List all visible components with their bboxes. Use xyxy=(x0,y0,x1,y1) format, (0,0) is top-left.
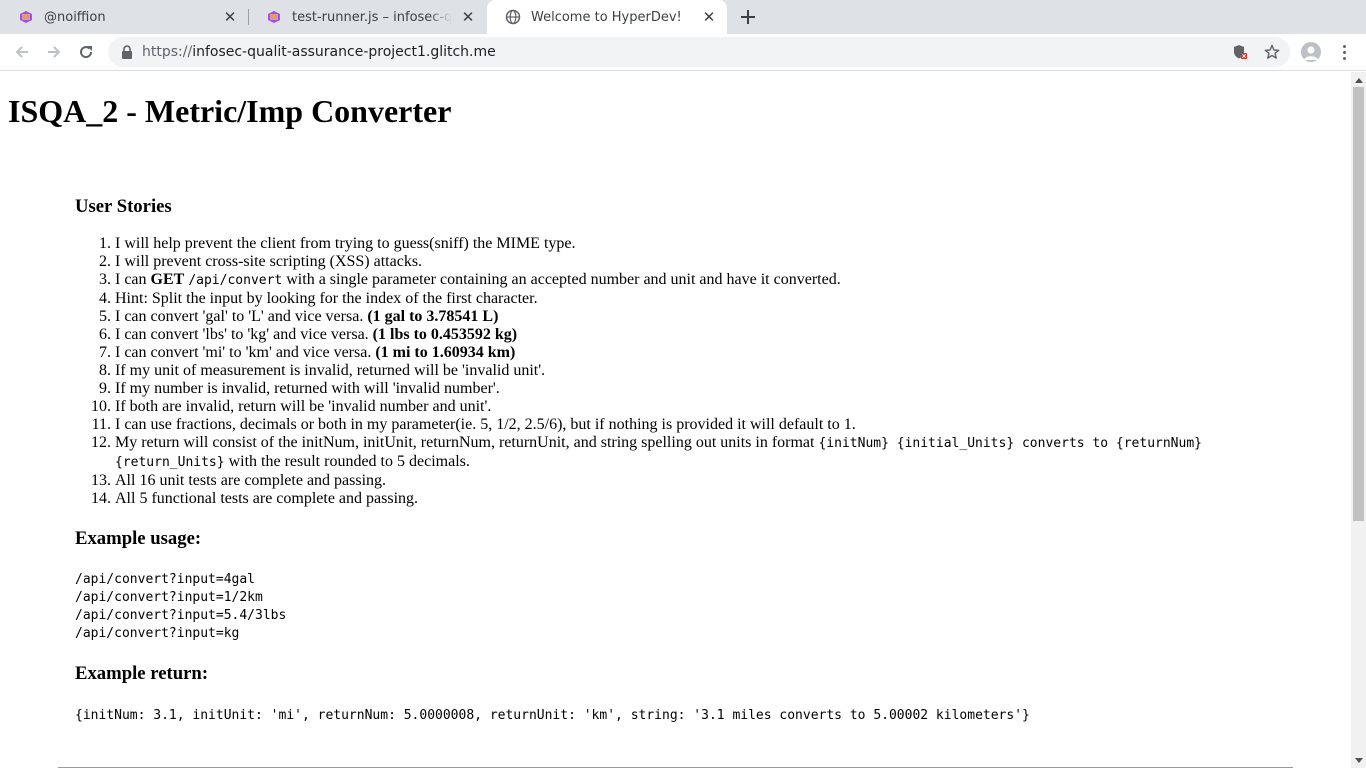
tab-welcome[interactable]: Welcome to HyperDev! ✕ xyxy=(487,0,727,34)
user-story-item: I can convert 'mi' to 'km' and vice vers… xyxy=(115,344,1313,362)
story-text: Hint: Split the input by looking for the… xyxy=(115,290,538,307)
arrow-right-icon xyxy=(48,46,61,58)
user-story-item: My return will consist of the initNum, i… xyxy=(115,434,1313,472)
globe-icon xyxy=(505,9,521,25)
usage-line: /api/convert?input=1/2km xyxy=(75,590,263,605)
story-text: I can xyxy=(115,271,151,288)
usage-line: /api/convert?input=kg xyxy=(75,626,240,641)
shield-blocked-icon[interactable] xyxy=(1232,44,1248,60)
user-stories-list: I will help prevent the client from tryi… xyxy=(75,235,1313,508)
address-bar[interactable]: https://infosec-qualit-assurance-project… xyxy=(108,37,1290,67)
glitch-icon xyxy=(18,9,34,25)
example-usage-heading: Example usage: xyxy=(75,528,202,549)
user-story-item: All 5 functional tests are complete and … xyxy=(115,490,1313,508)
user-story-item: I can use fractions, decimals or both in… xyxy=(115,416,1313,434)
user-story-item: If my number is invalid, returned with w… xyxy=(115,380,1313,398)
glitch-icon xyxy=(266,9,282,25)
user-story-item: Hint: Split the input by looking for the… xyxy=(115,290,1313,308)
close-icon[interactable]: ✕ xyxy=(460,8,476,26)
story-text: If both are invalid, return will be 'inv… xyxy=(115,398,492,415)
story-text: My return will consist of the initNum, i… xyxy=(115,434,819,451)
user-story-item: I can convert 'lbs' to 'kg' and vice ver… xyxy=(115,326,1313,344)
usage-line: /api/convert?input=5.4/3lbs xyxy=(75,608,287,623)
reload-button[interactable] xyxy=(74,40,98,64)
example-usage-code: /api/convert?input=4gal /api/convert?inp… xyxy=(75,571,1313,643)
page-viewport: ISQA_2 - Metric/Imp Converter User Stori… xyxy=(0,72,1351,768)
back-button[interactable] xyxy=(10,40,34,64)
url-host: infosec-qualit-assurance-project1.glitch… xyxy=(192,44,496,60)
bold-text: (1 gal to 3.78541 L) xyxy=(367,308,499,325)
tab-title: test-runner.js – infosec-quality xyxy=(292,9,452,25)
story-text: I can convert 'lbs' to 'kg' and vice ver… xyxy=(115,326,373,343)
profile-avatar-icon[interactable] xyxy=(1301,42,1321,62)
story-text: If my number is invalid, returned with w… xyxy=(115,380,500,397)
tab-title: Welcome to HyperDev! xyxy=(531,9,682,25)
close-icon[interactable]: ✕ xyxy=(701,8,717,26)
bold-text: GET xyxy=(150,271,185,288)
user-stories-section: User Stories I will help prevent the cli… xyxy=(75,196,1313,725)
close-icon[interactable]: ✕ xyxy=(222,8,238,26)
lock-icon[interactable] xyxy=(120,45,134,59)
example-return-heading: Example return: xyxy=(75,663,209,684)
story-text: I will prevent cross-site scripting (XSS… xyxy=(115,253,423,270)
story-text: I will help prevent the client from tryi… xyxy=(115,235,576,252)
url-text[interactable]: https://infosec-qualit-assurance-project… xyxy=(142,44,496,60)
story-text: If my unit of measurement is invalid, re… xyxy=(115,362,546,379)
inline-code: /api/convert xyxy=(188,273,283,288)
story-text: All 16 unit tests are complete and passi… xyxy=(115,472,387,489)
story-text: I can convert 'gal' to 'L' and vice vers… xyxy=(115,308,368,325)
tab-test-runner[interactable]: test-runner.js – infosec-quality ✕ xyxy=(248,0,486,34)
example-return-code: {initNum: 3.1, initUnit: 'mi', returnNum… xyxy=(75,708,1030,723)
tab-noiffion[interactable]: @noiffion ✕ xyxy=(0,0,248,34)
user-story-item: All 16 unit tests are complete and passi… xyxy=(115,472,1313,490)
reload-icon xyxy=(80,46,93,59)
user-story-item: If my unit of measurement is invalid, re… xyxy=(115,362,1313,380)
tab-title: @noiffion xyxy=(44,9,106,25)
user-story-item: If both are invalid, return will be 'inv… xyxy=(115,398,1313,416)
new-tab-button[interactable] xyxy=(736,5,760,29)
story-text: with a single parameter containing an ac… xyxy=(282,271,841,288)
forward-button[interactable] xyxy=(42,40,66,64)
browser-toolbar: https://infosec-qualit-assurance-project… xyxy=(0,34,1366,71)
user-stories-heading: User Stories xyxy=(75,196,172,217)
usage-line: /api/convert?input=4gal xyxy=(75,572,256,587)
menu-icon[interactable] xyxy=(1334,42,1354,62)
user-story-item: I will prevent cross-site scripting (XSS… xyxy=(115,253,1313,271)
plus-icon xyxy=(741,10,755,24)
vertical-scrollbar[interactable] xyxy=(1351,72,1366,768)
user-story-item: I will help prevent the client from tryi… xyxy=(115,235,1313,253)
bold-text: (1 mi to 1.60934 km) xyxy=(375,344,516,361)
arrow-left-icon xyxy=(15,46,28,58)
bold-text: (1 lbs to 0.453592 kg) xyxy=(372,326,518,343)
star-icon[interactable] xyxy=(1264,44,1280,60)
scrollbar-thumb[interactable] xyxy=(1353,87,1364,521)
story-text: I can use fractions, decimals or both in… xyxy=(115,416,856,433)
user-story-item: I can GET /api/convert with a single par… xyxy=(115,271,1313,290)
page-title: ISQA_2 - Metric/Imp Converter xyxy=(8,93,452,129)
tab-strip: @noiffion ✕ test-runner.js – infosec-qua… xyxy=(0,0,1366,34)
story-text: All 5 functional tests are complete and … xyxy=(115,490,419,507)
url-scheme: https:// xyxy=(142,44,193,60)
scroll-down-arrow-icon[interactable] xyxy=(1351,753,1366,768)
story-text: with the result rounded to 5 decimals. xyxy=(224,453,470,470)
page-content: ISQA_2 - Metric/Imp Converter User Stori… xyxy=(0,93,1351,725)
story-text: I can convert 'mi' to 'km' and vice vers… xyxy=(115,344,376,361)
scroll-up-arrow-icon[interactable] xyxy=(1351,72,1366,87)
user-story-item: I can convert 'gal' to 'L' and vice vers… xyxy=(115,308,1313,326)
